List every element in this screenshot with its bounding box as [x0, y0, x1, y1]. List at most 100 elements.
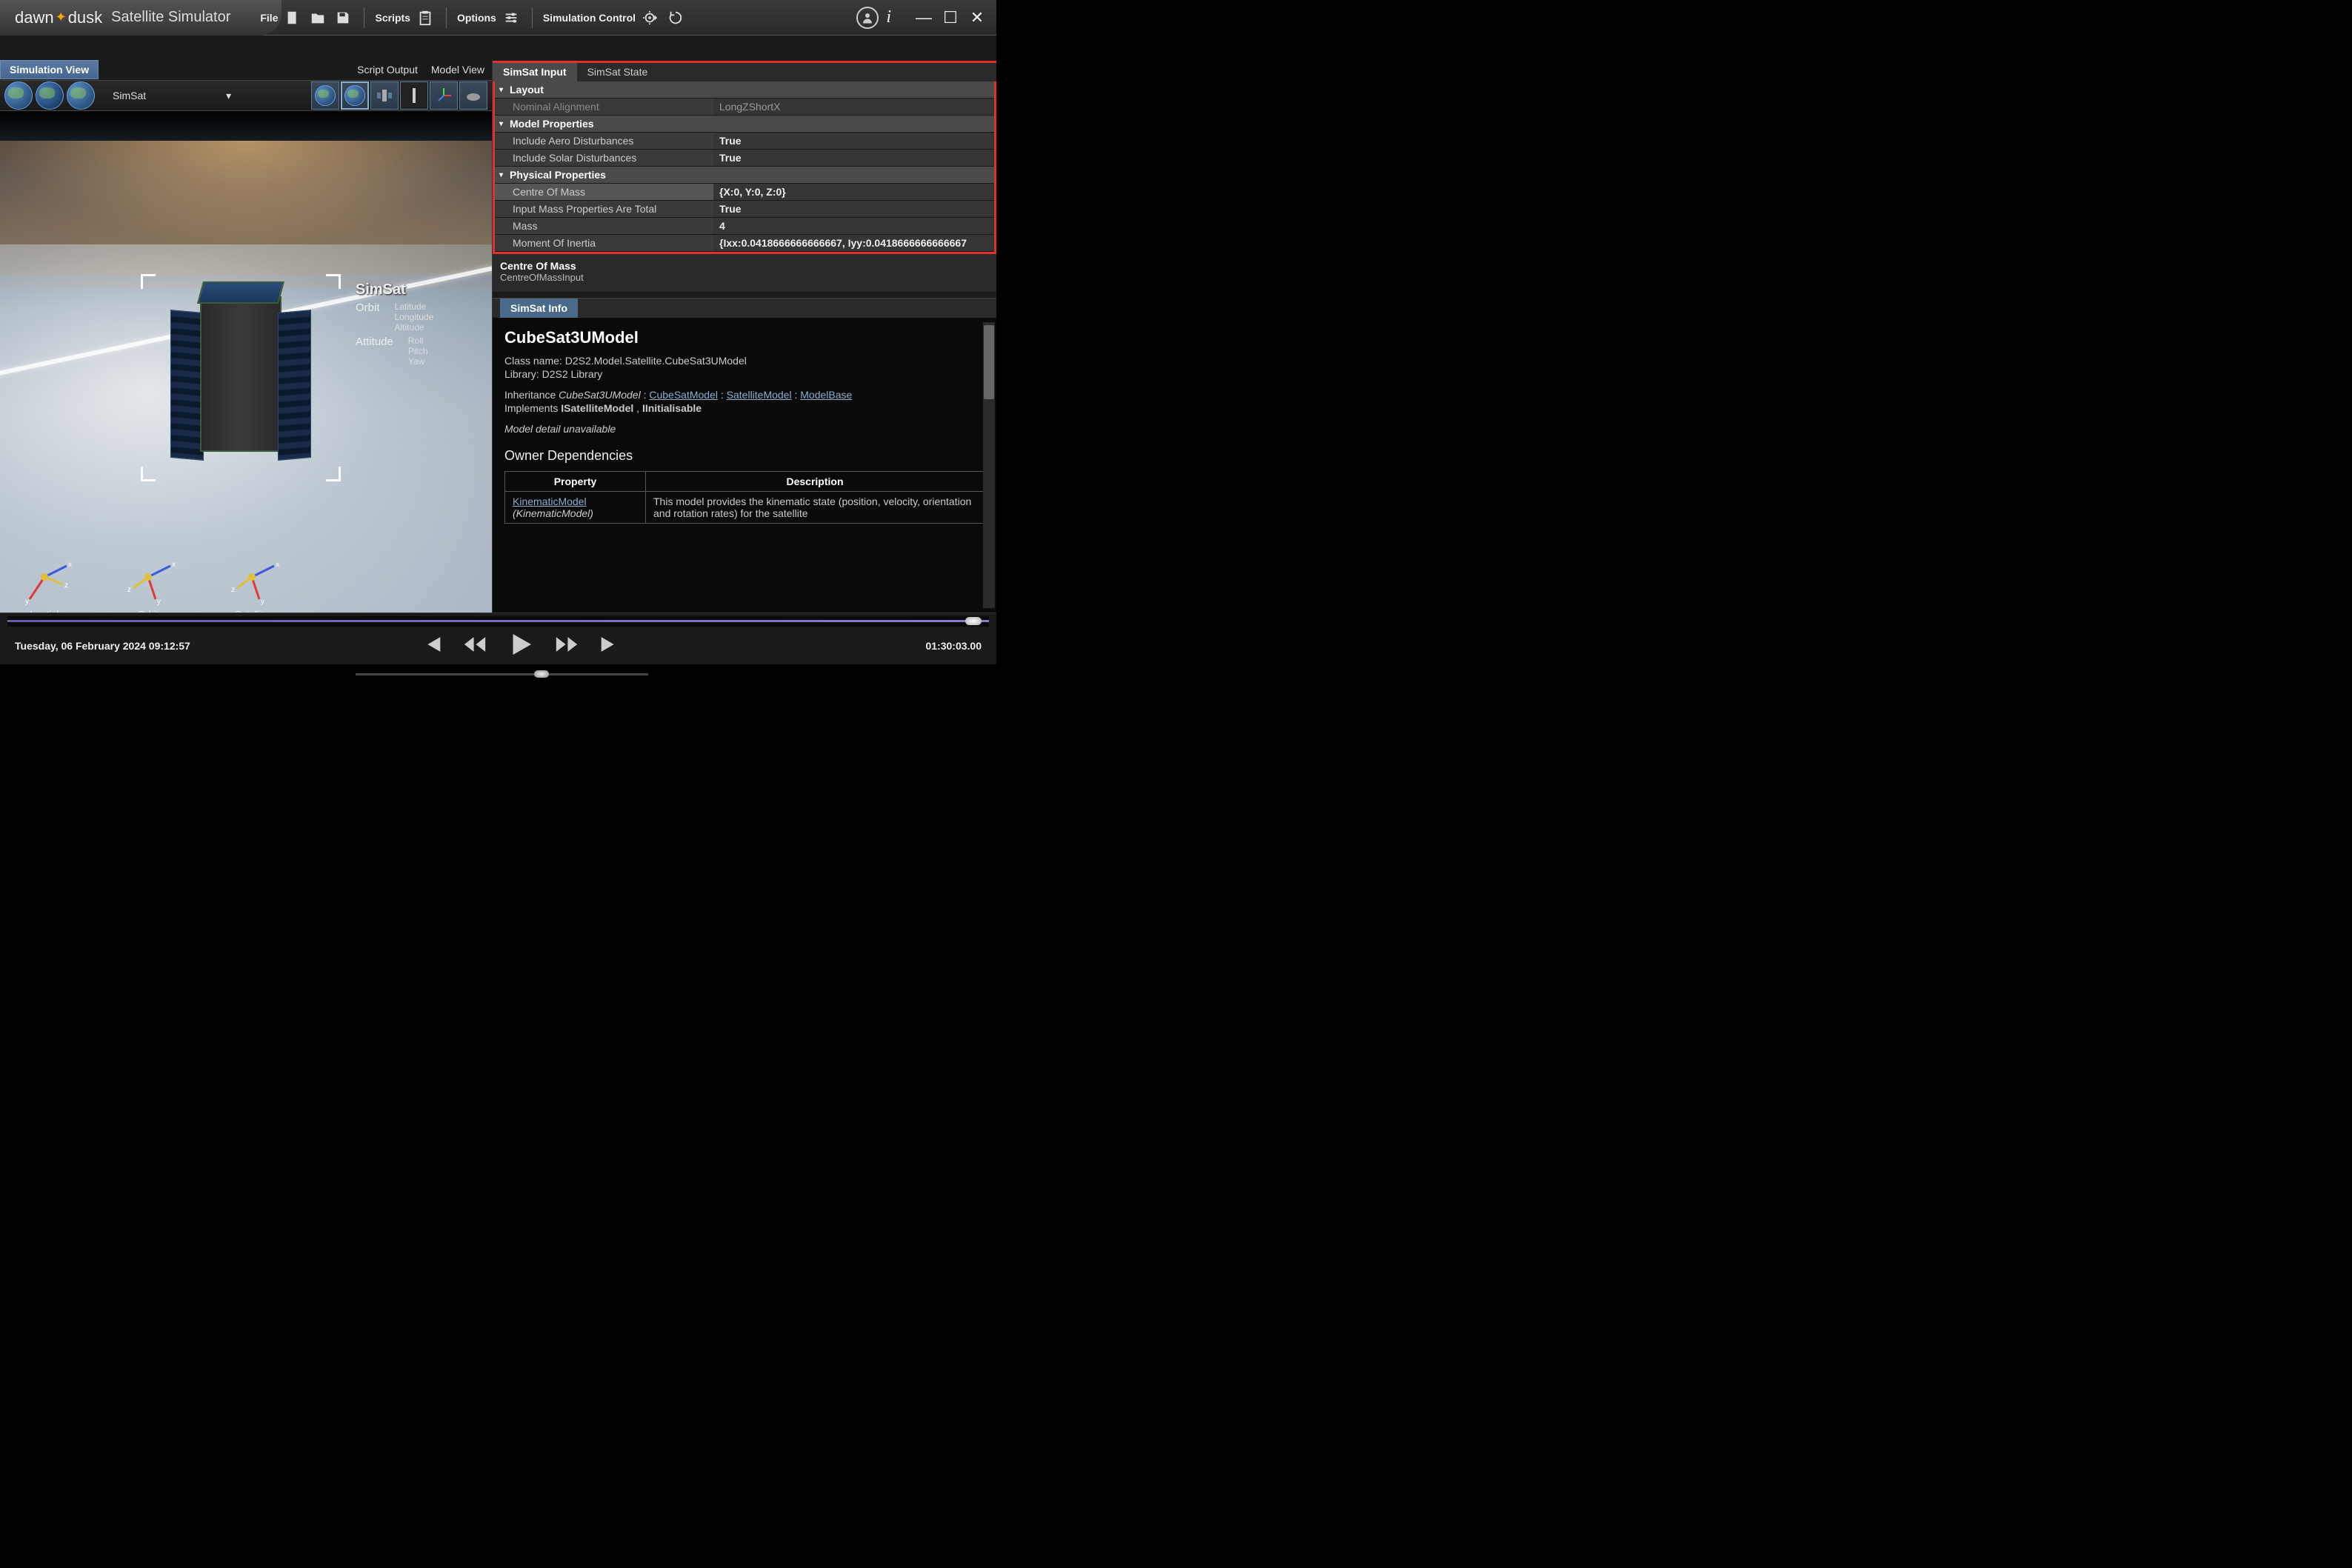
prop-val-total[interactable]: True: [713, 201, 994, 217]
svg-text:z: z: [231, 586, 235, 594]
dep-th-property: Property: [505, 472, 646, 492]
info-impl-1: ISatelliteModel: [561, 402, 633, 414]
menu-file[interactable]: File: [260, 12, 278, 24]
hud-orbit-label: Orbit: [356, 301, 380, 333]
speed-slider[interactable]: [356, 673, 648, 675]
hud-roll: Roll: [408, 336, 428, 346]
info-unavailable: Model detail unavailable: [504, 423, 985, 435]
globe-view-3-icon[interactable]: [67, 81, 95, 110]
dependencies-table: Property Description KinematicModel(Kine…: [504, 471, 985, 524]
globe-view-1-icon[interactable]: [4, 81, 33, 110]
tab-simsat-input[interactable]: SimSat Input: [493, 63, 577, 81]
svg-text:y: y: [157, 598, 161, 606]
info-inh-link-3[interactable]: ModelBase: [800, 389, 852, 401]
prop-key-total[interactable]: Input Mass Properties Are Total: [495, 201, 713, 217]
highlighted-region: ▾Layout Nominal AlignmentLongZShortX ▾Mo…: [493, 81, 996, 254]
menu-scripts[interactable]: Scripts: [375, 12, 410, 24]
tab-model-view[interactable]: Model View: [431, 64, 484, 76]
section-model-properties[interactable]: ▾Model Properties: [495, 116, 994, 133]
gear-play-icon[interactable]: [640, 7, 661, 28]
fastforward-button[interactable]: [554, 632, 579, 661]
prop-val-com[interactable]: {X:0, Y:0, Z:0}: [713, 184, 994, 200]
prop-key-solar[interactable]: Include Solar Disturbances: [495, 150, 713, 166]
tool-earth-closeup-icon[interactable]: [341, 81, 369, 110]
prop-key-com[interactable]: Centre Of Mass: [495, 184, 713, 200]
prop-val-aero[interactable]: True: [713, 133, 994, 149]
properties-pane: SimSat Input SimSat State ▾Layout Nomina…: [493, 59, 996, 613]
tool-earth-icon[interactable]: [311, 81, 339, 110]
scrollbar[interactable]: [983, 322, 995, 608]
section-physical-properties[interactable]: ▾Physical Properties: [495, 167, 994, 184]
info-library-label: Library:: [504, 368, 542, 380]
dep-prop-link[interactable]: KinematicModel: [513, 496, 587, 507]
app-brand: dawn ✦ dusk Satellite Simulator: [0, 8, 230, 27]
menu-simulation-control[interactable]: Simulation Control: [543, 12, 636, 24]
info-class-value: D2S2.Model.Satellite.CubeSat3UModel: [565, 355, 747, 367]
save-file-icon[interactable]: [333, 7, 353, 28]
info-inheritance-label: Inheritance: [504, 389, 559, 401]
play-button[interactable]: [505, 629, 536, 664]
prop-key-nominal-alignment[interactable]: Nominal Alignment: [495, 99, 713, 115]
hud-pitch: Pitch: [408, 346, 428, 356]
open-file-icon[interactable]: [307, 7, 328, 28]
skip-start-button[interactable]: [419, 632, 444, 661]
skip-end-button[interactable]: [597, 632, 622, 661]
simulation-viewport[interactable]: SimSat Orbit Latitude Longitude Altitude…: [0, 111, 492, 613]
inertial-axes-icon: xyz: [15, 555, 74, 607]
prop-val-nominal-alignment[interactable]: LongZShortX: [713, 99, 994, 115]
speed-slider-knob[interactable]: [534, 670, 549, 678]
tab-simsat-info[interactable]: SimSat Info: [500, 298, 578, 318]
hud-yaw: Yaw: [408, 356, 428, 367]
prop-key-aero[interactable]: Include Aero Disturbances: [495, 133, 713, 149]
property-detail-sub: CentreOfMassInput: [500, 272, 989, 283]
axes-inertial-label: Inertial: [15, 609, 74, 613]
dep-prop-sub: (KinematicModel): [513, 507, 593, 519]
satellite-selector[interactable]: SimSat ▾: [113, 90, 231, 102]
prop-val-solar[interactable]: True: [713, 150, 994, 166]
rewind-button[interactable]: [462, 632, 487, 661]
globe-view-2-icon[interactable]: [36, 81, 64, 110]
tool-satellite-icon[interactable]: [370, 81, 399, 110]
tool-axes-icon[interactable]: [430, 81, 458, 110]
tab-simulation-view[interactable]: Simulation View: [0, 60, 99, 79]
user-avatar-icon[interactable]: [856, 7, 879, 29]
prop-key-mass[interactable]: Mass: [495, 218, 713, 234]
info-impl-2: IInitialisable: [642, 402, 702, 414]
info-inh-link-1[interactable]: CubeSatModel: [649, 389, 718, 401]
new-file-icon[interactable]: [282, 7, 303, 28]
satellite-axes-icon: xyz: [222, 555, 281, 607]
info-inh-link-2[interactable]: SatelliteModel: [727, 389, 792, 401]
section-layout[interactable]: ▾Layout: [495, 81, 994, 99]
prop-val-moi[interactable]: {Ixx:0.0418666666666667, Iyy:0.041866666…: [713, 235, 994, 251]
brand-dawn: dawn: [15, 8, 54, 27]
svg-text:x: x: [276, 561, 279, 569]
sliders-icon[interactable]: [501, 7, 522, 28]
minimize-button[interactable]: —: [915, 8, 933, 27]
maximize-button[interactable]: ☐: [942, 8, 959, 27]
simulation-toolbar: SimSat ▾: [0, 80, 492, 111]
prop-val-mass[interactable]: 4: [713, 218, 994, 234]
chevron-down-icon: ▾: [499, 120, 510, 128]
tool-divider-icon[interactable]: [400, 81, 428, 110]
window-controls: i — ☐ ✕: [856, 7, 996, 29]
timeline[interactable]: [7, 616, 989, 627]
clipboard-icon[interactable]: [415, 7, 436, 28]
playback-footer: Tuesday, 06 February 2024 09:12:57 01:30…: [0, 613, 996, 664]
timeline-knob[interactable]: [965, 617, 982, 625]
brand-star-icon: ✦: [56, 10, 67, 25]
axes-satellite-label: Satellite: [222, 609, 281, 613]
tab-script-output[interactable]: Script Output: [357, 64, 418, 76]
menu-options[interactable]: Options: [457, 12, 496, 24]
prop-key-moi[interactable]: Moment Of Inertia: [495, 235, 713, 251]
close-button[interactable]: ✕: [968, 8, 986, 27]
info-icon[interactable]: i: [886, 7, 891, 27]
hud-latitude: Latitude: [395, 301, 434, 312]
svg-text:x: x: [172, 561, 176, 569]
reset-icon[interactable]: [665, 7, 686, 28]
info-class-label: Class name:: [504, 355, 565, 367]
tool-cloud-icon[interactable]: [459, 81, 487, 110]
svg-text:z: z: [64, 581, 68, 590]
tab-simsat-state[interactable]: SimSat State: [577, 63, 659, 81]
main-menubar: File Scripts Options Simulation Control: [253, 7, 693, 28]
scrollbar-thumb[interactable]: [984, 325, 994, 399]
